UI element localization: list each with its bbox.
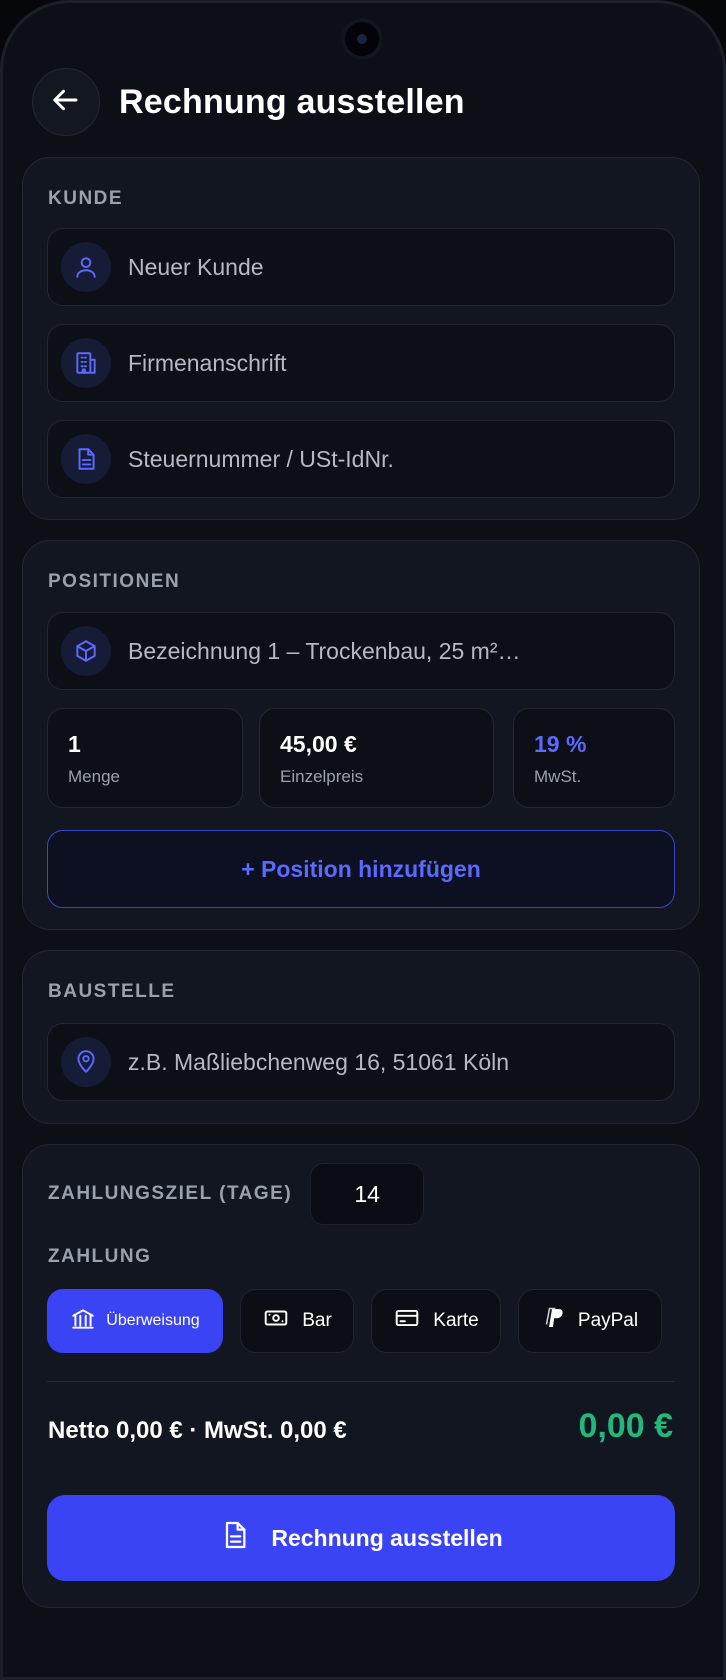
payment-method-label: PayPal bbox=[577, 1310, 639, 1331]
document-icon bbox=[61, 434, 111, 484]
payment-method-cash[interactable]: Bar bbox=[240, 1289, 354, 1353]
section-label-payment: ZAHLUNG bbox=[48, 1246, 152, 1267]
payment-card: ZAHLUNGSZIEL (TAGE) 14 ZAHLUNG Überweisu… bbox=[22, 1144, 700, 1608]
building-icon bbox=[61, 338, 111, 388]
customer-name-field[interactable]: Neuer Kunde bbox=[47, 228, 675, 306]
vat-label: MwSt. bbox=[534, 767, 582, 786]
payment-method-label: Bar bbox=[302, 1310, 332, 1331]
customer-name-placeholder: Neuer Kunde bbox=[128, 253, 264, 280]
add-position-button[interactable]: + Position hinzufügen bbox=[47, 830, 675, 908]
payment-methods: Überweisung Bar Karte PayPal bbox=[47, 1289, 662, 1353]
payment-term-label: ZAHLUNGSZIEL (TAGE) bbox=[48, 1183, 293, 1204]
section-label-customer: KUNDE bbox=[48, 188, 124, 209]
box-icon bbox=[61, 626, 111, 676]
front-camera bbox=[341, 18, 383, 60]
divider bbox=[47, 1381, 675, 1382]
unit-price-value: 45,00 € bbox=[280, 731, 357, 757]
customer-card: KUNDE Neuer Kunde Firmenanschrift Steuer… bbox=[22, 157, 700, 520]
total-amount: 0,00 € bbox=[578, 1407, 673, 1445]
payment-method-label: Überweisung bbox=[106, 1312, 200, 1329]
issue-invoice-label: Rechnung ausstellen bbox=[271, 1524, 503, 1551]
map-pin-icon bbox=[61, 1037, 111, 1087]
bank-icon bbox=[70, 1306, 96, 1337]
tax-number-placeholder: Steuernummer / USt-IdNr. bbox=[128, 445, 394, 472]
tax-number-field[interactable]: Steuernummer / USt-IdNr. bbox=[47, 420, 675, 498]
vat-value: 19 % bbox=[534, 731, 587, 757]
company-address-placeholder: Firmenanschrift bbox=[128, 349, 287, 376]
phone-screen: Rechnung ausstellen KUNDE Neuer Kunde Fi… bbox=[0, 0, 726, 1680]
paypal-icon bbox=[542, 1305, 566, 1337]
vat-field[interactable]: 19 % MwSt. bbox=[513, 708, 675, 808]
section-label-site: BAUSTELLE bbox=[48, 981, 176, 1002]
payment-method-paypal[interactable]: PayPal bbox=[518, 1289, 662, 1353]
quantity-field[interactable]: 1 Menge bbox=[47, 708, 243, 808]
header: Rechnung ausstellen bbox=[32, 68, 465, 136]
banknote-icon bbox=[262, 1305, 290, 1337]
site-card: BAUSTELLE z.B. Maßlieb­chenweg 16, 51061… bbox=[22, 950, 700, 1124]
credit-card-icon bbox=[393, 1305, 421, 1337]
site-address-field[interactable]: z.B. Maßlieb­chenweg 16, 51061 Köln bbox=[47, 1023, 675, 1101]
company-address-field[interactable]: Firmenanschrift bbox=[47, 324, 675, 402]
payment-term-row: ZAHLUNGSZIEL (TAGE) 14 bbox=[48, 1163, 425, 1225]
quantity-label: Menge bbox=[68, 767, 120, 786]
item-description-field[interactable]: Bezeichnung 1 – Trockenbau, 25 m²… bbox=[47, 612, 675, 690]
positions-card: POSITIONEN Bezeichnung 1 – Trockenbau, 2… bbox=[22, 540, 700, 930]
unit-price-field[interactable]: 45,00 € Einzelpreis bbox=[259, 708, 494, 808]
payment-method-label: Karte bbox=[433, 1310, 479, 1331]
back-button[interactable] bbox=[32, 68, 100, 136]
document-icon bbox=[219, 1518, 251, 1558]
unit-price-label: Einzelpreis bbox=[280, 767, 364, 786]
site-address-placeholder: z.B. Maßlieb­chenweg 16, 51061 Köln bbox=[128, 1048, 510, 1075]
page-title: Rechnung ausstellen bbox=[119, 82, 465, 121]
issue-invoice-button[interactable]: Rechnung ausstellen bbox=[47, 1495, 675, 1581]
quantity-value: 1 bbox=[68, 731, 81, 757]
totals-summary: Netto 0,00 € · MwSt. 0,00 € bbox=[48, 1417, 347, 1444]
user-icon bbox=[61, 242, 111, 292]
item-description-placeholder: Bezeichnung 1 – Trockenbau, 25 m²… bbox=[128, 637, 521, 664]
payment-method-card[interactable]: Karte bbox=[371, 1289, 501, 1353]
payment-method-transfer[interactable]: Überweisung bbox=[47, 1289, 223, 1353]
payment-term-input[interactable]: 14 bbox=[310, 1163, 425, 1225]
arrow-left-icon bbox=[51, 85, 81, 120]
section-label-positions: POSITIONEN bbox=[48, 571, 181, 592]
